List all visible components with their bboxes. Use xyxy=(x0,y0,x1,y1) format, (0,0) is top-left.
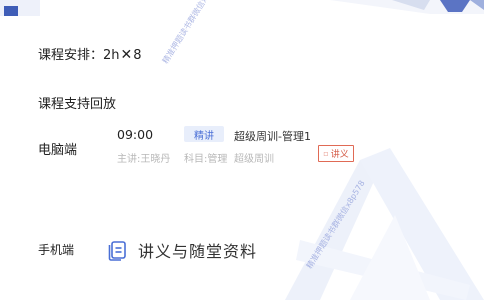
class-time: 09:00 xyxy=(117,127,154,142)
course-schedule: 课程安排：2h✕8 xyxy=(38,44,142,63)
watermark-top: 精准押题读书群微信x8p578 xyxy=(160,0,223,66)
subject-course: 超级周训 xyxy=(234,154,274,165)
course-schedule-label: 课程安排：2h xyxy=(38,48,120,63)
mobile-label: 手机端 xyxy=(38,243,75,257)
materials-link[interactable]: 讲义与随堂资料 xyxy=(108,238,257,262)
pc-label: 电脑端 xyxy=(38,143,78,158)
replay-support-text: 课程支持回放 xyxy=(38,97,117,112)
subject-name: 科目:管理 xyxy=(184,154,228,165)
document-icon xyxy=(108,241,126,261)
teacher-name: 主讲:王晓丹 xyxy=(117,154,171,165)
materials-label: 讲义与随堂资料 xyxy=(138,242,258,261)
multiply-icon: ✕ xyxy=(120,47,133,63)
handout-icon: ▫ xyxy=(323,149,329,158)
watermark-bottom: 精准押题读书群微信x8p578 xyxy=(304,178,367,271)
lesson-type-badge: 精讲 xyxy=(184,126,224,142)
handout-button-label: 讲义 xyxy=(330,150,349,160)
course-schedule-count: 8 xyxy=(133,48,142,63)
handout-button[interactable]: ▫ 讲义 xyxy=(318,145,354,162)
course-title[interactable]: 超级周训-管理1 xyxy=(234,128,311,144)
